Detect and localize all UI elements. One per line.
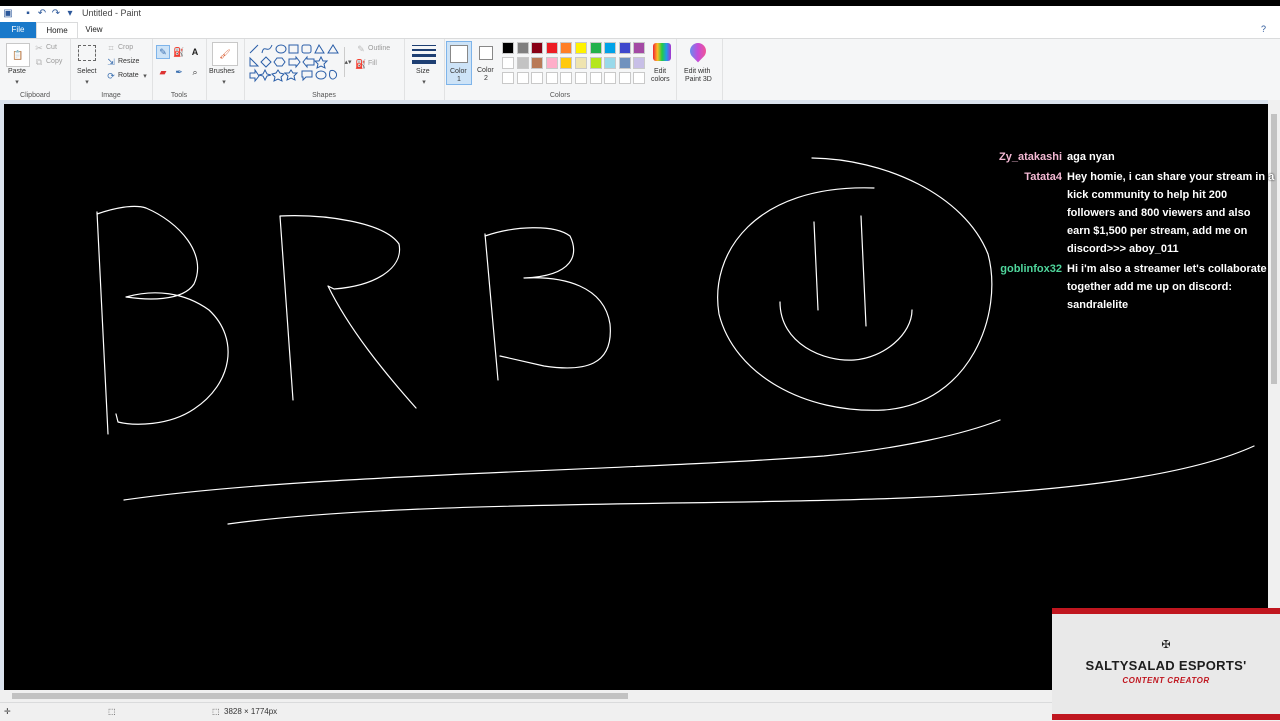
brushes-group: 🖌 Brushes ▾	[206, 39, 245, 101]
magnifier-icon[interactable]: ⌕	[188, 65, 202, 79]
select-dropdown-icon[interactable]: ▾	[84, 78, 90, 86]
window-title: Untitled - Paint	[82, 8, 142, 18]
cut-icon: ✂	[35, 42, 43, 53]
outline-icon: ✎	[357, 43, 365, 54]
paint3d-group: Edit with Paint 3D	[676, 39, 723, 101]
ribbon: 📋 Paste ▾ ✂ Cut ⧉ Copy Clipboard Select …	[0, 38, 1280, 102]
paint3d-label-1[interactable]: Edit with	[684, 68, 710, 75]
brushes-dropdown-icon[interactable]: ▾	[221, 78, 227, 86]
shapes-scroll-icon[interactable]: ▴▾	[344, 47, 352, 77]
chat-text: aga nyan	[1067, 151, 1115, 163]
paste-icon[interactable]: 📋	[6, 43, 30, 67]
fill-button[interactable]: Fill	[368, 60, 377, 67]
color-picker-icon[interactable]: ✒	[172, 65, 186, 79]
selection-size-icon: ⬚	[108, 707, 116, 716]
edit-colors-icon	[653, 43, 671, 61]
redo-icon[interactable]: ↷	[50, 7, 62, 20]
edit-colors-label-1: Edit	[654, 68, 667, 75]
chat-username: goblinfox32	[1000, 263, 1062, 275]
image-label: Image	[101, 92, 121, 99]
edit-colors-label-2: colors	[651, 76, 670, 83]
title-bar: ▣ ▪ ↶ ↷ ▾ Untitled - Paint	[0, 6, 1280, 22]
help-icon[interactable]: ?	[1261, 24, 1266, 34]
outline-button[interactable]: Outline	[368, 45, 390, 52]
chat-message: Zy_atakashi aga nyan	[990, 148, 1275, 166]
pencil-icon[interactable]: ✎	[156, 45, 170, 59]
paste-button[interactable]: Paste	[8, 68, 26, 75]
paint3d-icon[interactable]	[686, 39, 710, 63]
shapes-group: ▴▾ ✎ Outline ⛽ Fill Shapes	[244, 39, 405, 101]
brush-icon[interactable]: 🖌	[212, 42, 238, 66]
letter-r	[279, 215, 417, 409]
crop-button[interactable]: Crop	[118, 44, 133, 51]
overlay-top-band	[1052, 608, 1280, 614]
shapes-gallery[interactable]	[248, 43, 350, 83]
cursor-position-icon: ✛	[4, 707, 11, 716]
select-icon[interactable]	[78, 45, 96, 61]
select-button[interactable]: Select	[77, 68, 96, 75]
size-lines-icon[interactable]	[412, 45, 436, 64]
copy-button[interactable]: Copy	[46, 58, 62, 65]
tools-label: Tools	[170, 92, 188, 99]
paint-app-icon: ▣	[3, 8, 13, 19]
letter-b-1	[96, 211, 109, 435]
tab-file[interactable]: File	[0, 22, 36, 38]
clipboard-group: 📋 Paste ▾ ✂ Cut ⧉ Copy Clipboard	[0, 39, 71, 101]
size-button[interactable]: Size	[416, 68, 430, 75]
image-dimensions: 3828 × 1774px	[224, 707, 278, 716]
underline-1	[123, 419, 1001, 501]
image-group: Select ▾ ⌗ Crop ⇲ Resize ⟳ Rotate ▾ Imag…	[70, 39, 153, 101]
tools-group: ✎ ⛽ A ▰ ✒ ⌕ Tools	[152, 39, 207, 101]
letter-b-1-bowls	[96, 205, 229, 425]
copy-icon: ⧉	[35, 56, 43, 67]
brushes-button[interactable]: Brushes	[209, 68, 235, 75]
menu-bar: File Home View ?	[0, 22, 1280, 39]
clipboard-label: Clipboard	[20, 92, 50, 99]
paste-dropdown-icon[interactable]: ▾	[14, 78, 20, 86]
size-group: Size ▾	[404, 39, 445, 101]
rotate-dropdown-icon[interactable]: ▾	[142, 72, 148, 80]
edit-colors-button[interactable]: Edit colors	[650, 42, 674, 90]
size-dropdown-icon[interactable]: ▾	[421, 78, 427, 86]
letter-b-2	[484, 227, 611, 381]
brand-name: SALTYSALAD ESPORTS'	[1085, 658, 1247, 673]
smiley-mouth	[779, 301, 913, 361]
chat-username: Tatata4	[1024, 171, 1062, 183]
horizontal-scroll-thumb[interactable]	[12, 693, 628, 699]
smiley-eye-right	[860, 215, 867, 327]
shapes-label: Shapes	[312, 92, 336, 99]
crop-icon: ⌗	[108, 42, 114, 53]
stream-chat-overlay: Zy_atakashi aga nyan Tatata4 Hey homie, i c…	[990, 148, 1275, 316]
brand-overlay: ✠ SALTYSALAD ESPORTS' CONTENT CREATOR	[1052, 608, 1280, 720]
save-icon[interactable]: ▪	[22, 7, 34, 20]
smiley-eye-left	[813, 221, 819, 311]
colors-label: Colors	[549, 92, 571, 99]
chat-username: Zy_atakashi	[999, 151, 1062, 163]
colors-group: Colors	[444, 39, 677, 101]
resize-icon: ⇲	[107, 56, 115, 67]
eraser-icon[interactable]: ▰	[156, 65, 170, 79]
tab-view[interactable]: View	[78, 22, 110, 38]
fill-icon: ⛽	[355, 58, 367, 69]
rotate-button[interactable]: Rotate	[118, 72, 139, 79]
brand-logo-icon: ✠	[1161, 639, 1171, 651]
tab-home[interactable]: Home	[36, 22, 78, 39]
chat-message: goblinfox32 Hi i'm also a streamer let's …	[990, 260, 1275, 314]
text-tool-icon[interactable]: A	[188, 45, 202, 59]
brand-subtitle: CONTENT CREATOR	[1122, 676, 1210, 685]
chat-text: Hey homie, i can share your stream in a …	[1067, 171, 1275, 255]
resize-button[interactable]: Resize	[118, 58, 139, 65]
chat-message: Tatata4 Hey homie, i can share your strea…	[990, 168, 1275, 258]
undo-icon[interactable]: ↶	[36, 7, 48, 20]
smiley-face	[717, 157, 993, 411]
fill-bucket-icon[interactable]: ⛽	[172, 45, 186, 59]
underline-2	[227, 445, 1255, 525]
customize-toolbar-icon[interactable]: ▾	[64, 7, 76, 20]
paint3d-label-2[interactable]: Paint 3D	[685, 76, 712, 83]
overlay-bottom-band	[1052, 714, 1280, 720]
rotate-icon: ⟳	[107, 70, 115, 81]
image-size-icon: ⬚	[212, 707, 220, 716]
cut-button[interactable]: Cut	[46, 44, 57, 51]
chat-text: Hi i'm also a streamer let's collaborate…	[1067, 263, 1267, 311]
